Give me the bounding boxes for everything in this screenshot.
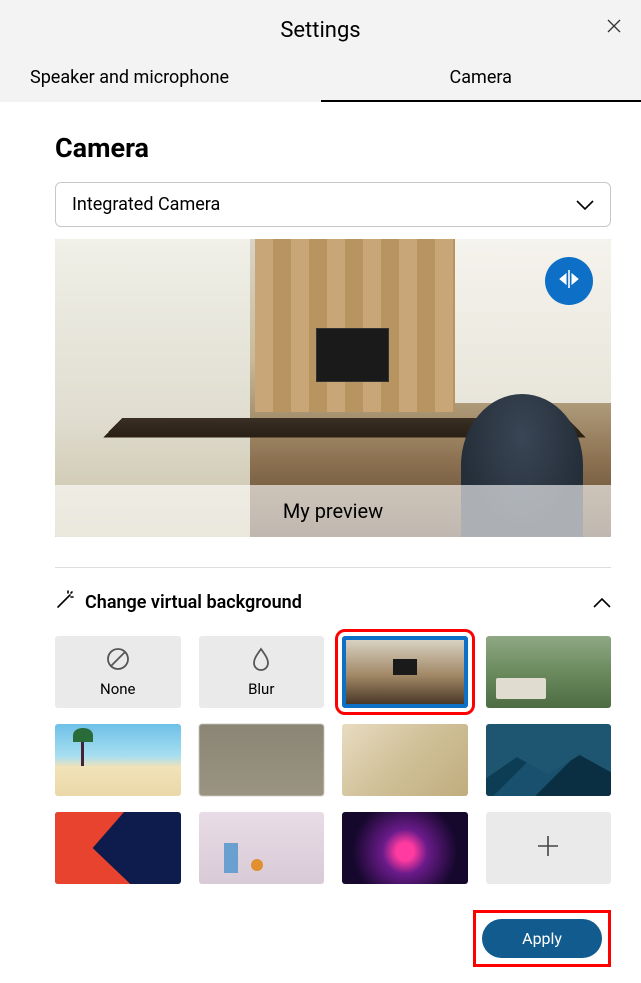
virtual-bg-label: Change virtual background <box>85 592 302 613</box>
virtual-bg-grid: None Blur <box>55 636 611 884</box>
tab-speaker-microphone[interactable]: Speaker and microphone <box>0 57 321 102</box>
camera-section-title: Camera <box>55 132 611 164</box>
bg-option-mountains[interactable] <box>486 724 612 796</box>
content-area: Camera Integrated Camera My preview <box>0 102 641 983</box>
plus-icon <box>534 832 562 864</box>
dialog-title: Settings <box>0 0 641 57</box>
bg-option-blur[interactable]: Blur <box>199 636 325 708</box>
bg-option-office[interactable] <box>342 636 468 708</box>
bg-option-redblue[interactable] <box>55 812 181 884</box>
chevron-down-icon <box>576 194 594 215</box>
camera-device-value: Integrated Camera <box>72 194 220 215</box>
bg-option-beach[interactable] <box>55 724 181 796</box>
tabs: Speaker and microphone Camera <box>0 57 641 102</box>
none-icon <box>105 646 131 676</box>
dialog-header: Settings Speaker and microphone Camera <box>0 0 641 102</box>
bg-option-neon[interactable] <box>342 812 468 884</box>
camera-preview: My preview <box>55 239 611 537</box>
close-button[interactable] <box>605 18 623 36</box>
blur-icon <box>248 646 274 676</box>
tab-camera[interactable]: Camera <box>321 57 641 102</box>
bg-option-pastel[interactable] <box>199 812 325 884</box>
settings-dialog: Settings Speaker and microphone Camera C… <box>0 0 641 983</box>
mirror-icon <box>557 267 581 295</box>
chevron-up-icon <box>593 593 611 612</box>
close-icon <box>607 18 621 37</box>
mirror-button[interactable] <box>545 257 593 305</box>
camera-device-select[interactable]: Integrated Camera <box>55 182 611 227</box>
bg-option-blur-room[interactable] <box>199 724 325 796</box>
apply-button[interactable]: Apply <box>482 919 602 958</box>
divider <box>55 567 611 568</box>
apply-button-highlight: Apply <box>473 910 611 967</box>
magic-wand-icon <box>55 590 75 614</box>
bg-option-add[interactable] <box>486 812 612 884</box>
bg-option-label: Blur <box>248 680 274 698</box>
bg-option-forest[interactable] <box>486 636 612 708</box>
bg-option-light-blur[interactable] <box>342 724 468 796</box>
bg-option-none[interactable]: None <box>55 636 181 708</box>
virtual-bg-toggle-row[interactable]: Change virtual background <box>55 590 611 614</box>
bg-option-label: None <box>100 680 136 698</box>
preview-label: My preview <box>55 485 611 537</box>
footer: Apply <box>55 910 611 967</box>
